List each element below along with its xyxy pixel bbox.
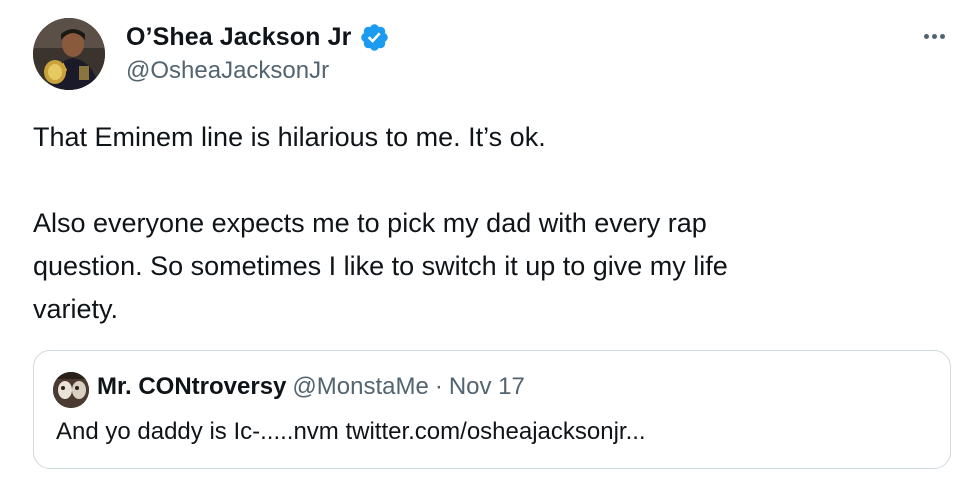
tweet-text-line: Also everyone expects me to pick my dad … (33, 208, 707, 238)
tweet-text-line: variety. (33, 294, 119, 324)
author-avatar-image (33, 18, 105, 90)
tweet-card: O’Shea Jackson Jr @OsheaJacksonJr That E… (0, 0, 980, 478)
quoted-date[interactable]: Nov 17 (449, 373, 525, 401)
more-dot (923, 33, 929, 39)
more-dot (931, 33, 937, 39)
quoted-header: Mr. CONtroversy @MonstaMe · Nov 17 (97, 373, 525, 401)
author-name-row: O’Shea Jackson Jr (126, 21, 390, 53)
quoted-author-avatar[interactable] (53, 372, 89, 408)
quoted-author-name[interactable]: Mr. CONtroversy (97, 373, 286, 401)
quoted-avatar-image (53, 372, 89, 408)
verified-badge-icon[interactable] (359, 22, 390, 53)
quoted-author-handle[interactable]: @MonstaMe (292, 373, 428, 401)
quoted-tweet[interactable]: Mr. CONtroversy @MonstaMe · Nov 17 And y… (33, 350, 951, 469)
dot-separator: · (434, 373, 443, 400)
quoted-text: And yo daddy is Ic-.....nvm twitter.com/… (56, 418, 646, 445)
author-name[interactable]: O’Shea Jackson Jr (126, 23, 351, 52)
author-handle[interactable]: @OsheaJacksonJr (126, 57, 329, 85)
author-avatar[interactable] (33, 18, 105, 90)
more-options-icon[interactable] (916, 26, 952, 46)
tweet-text-line: question. So sometimes I like to switch … (33, 251, 728, 281)
tweet-text-line: That Eminem line is hilarious to me. It’… (33, 122, 546, 152)
more-dot (939, 33, 945, 39)
